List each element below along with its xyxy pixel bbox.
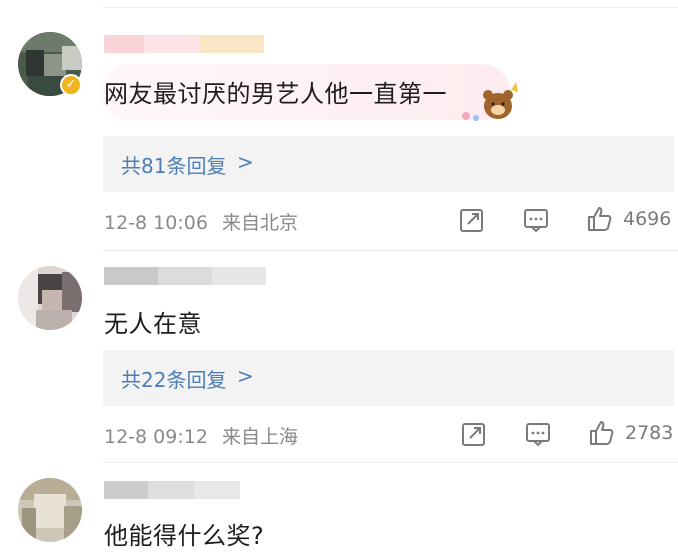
comment-thread: ✓ 网友最讨厌的男艺人他一直第一 共81条回复 > 12-8 10:06 来自北… [0, 0, 678, 556]
username-blurred[interactable] [104, 481, 240, 499]
comment-text: 他能得什么奖? [104, 522, 265, 550]
avatar[interactable] [18, 478, 82, 542]
comment-3: 他能得什么奖? [0, 0, 678, 556]
